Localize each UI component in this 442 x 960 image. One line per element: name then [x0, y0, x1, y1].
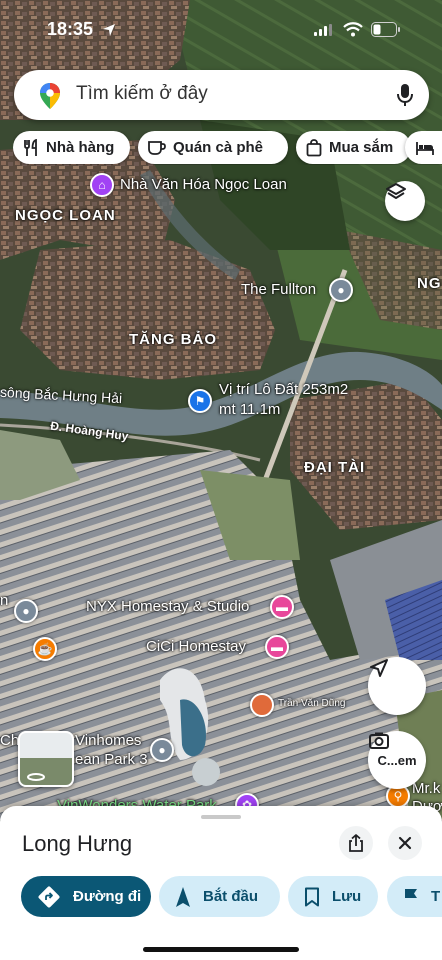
search-input[interactable]: Tìm kiếm ở đây: [76, 83, 208, 105]
label-vinhomes-line1[interactable]: Vinhomes: [75, 732, 141, 749]
navigation-start-icon: [176, 886, 190, 907]
user-avatar-pin[interactable]: [250, 693, 274, 717]
shopping-bag-icon: [306, 138, 322, 156]
close-icon: [398, 836, 412, 850]
flag-icon: [405, 888, 417, 906]
hotel-pin-icon[interactable]: ▬: [270, 595, 294, 619]
share-button[interactable]: [339, 826, 373, 860]
search-bar[interactable]: Tìm kiếm ở đây: [14, 70, 429, 120]
chip-shopping[interactable]: Mua sắm: [296, 131, 411, 164]
place-pin-vinhomes[interactable]: ●: [150, 738, 174, 762]
label-vinhomes-line2[interactable]: ean Park 3: [75, 751, 148, 768]
label-cici-homestay[interactable]: CiCi Homestay: [146, 638, 246, 655]
chip-label: Mua sắm: [329, 139, 394, 156]
camera-search-icon: [369, 732, 389, 749]
label-lot-line1[interactable]: Vị trí Lô Đất 253m2: [219, 381, 348, 398]
status-bar: 18:35: [0, 0, 442, 58]
coffee-cup-icon: [148, 140, 166, 155]
share-icon: [349, 834, 363, 852]
place-bottom-sheet[interactable]: Long Hưng Đường đi Bắt đầu Lưu T: [0, 806, 442, 960]
cafe-pin-icon[interactable]: ☕: [33, 637, 57, 661]
area-label-tang-bao: TĂNG BẢO: [129, 331, 217, 348]
start-label: Bắt đầu: [203, 888, 259, 905]
google-maps-logo-icon: [40, 83, 60, 109]
fork-knife-icon: [24, 138, 37, 156]
label-nyx-homestay[interactable]: NYX Homestay & Studio: [86, 598, 249, 615]
label-the-fullton[interactable]: The Fullton: [241, 281, 316, 298]
rotate-360-icon: [27, 773, 45, 781]
culture-place-pin[interactable]: ⌂: [90, 173, 114, 197]
chip-restaurants[interactable]: Nhà hàng: [13, 131, 130, 164]
layers-button[interactable]: [385, 181, 425, 221]
layers-icon: [386, 183, 406, 199]
battery-icon: [371, 22, 400, 37]
chip-hotels[interactable]: [405, 131, 442, 164]
directions-icon: [38, 886, 60, 907]
flag-pin-icon[interactable]: ⚑: [188, 389, 212, 413]
wifi-icon: [343, 22, 363, 37]
home-indicator[interactable]: [143, 947, 299, 952]
street-view-thumbnail[interactable]: [18, 731, 74, 787]
chip-cafes[interactable]: Quán cà phê: [138, 131, 288, 164]
area-label-ng: NG: [417, 275, 442, 292]
bed-icon: [416, 141, 434, 155]
label-button[interactable]: T: [387, 876, 442, 917]
area-label-ngoc-loan: NGỌC LOAN: [15, 207, 116, 224]
chip-label: Quán cà phê: [173, 139, 264, 156]
label-chu-left: n: [0, 592, 9, 609]
bookmark-icon: [305, 887, 319, 906]
save-label: Lưu: [332, 888, 362, 905]
label-mrk-line1[interactable]: Mr.k: [412, 780, 440, 797]
start-button[interactable]: Bắt đầu: [159, 876, 280, 917]
label-user-name[interactable]: Trần Văn Dũng: [278, 698, 345, 709]
image-search-label: C...em: [377, 752, 417, 768]
place-pin-fullton[interactable]: ●: [329, 278, 353, 302]
cellular-signal-icon: [314, 24, 332, 36]
hotel-pin-icon-2[interactable]: ▬: [265, 635, 289, 659]
save-button[interactable]: Lưu: [288, 876, 378, 917]
place-pin-left[interactable]: ●: [14, 599, 38, 623]
location-arrow-icon: [103, 24, 115, 36]
label-label: T: [431, 888, 441, 905]
microphone-icon[interactable]: [397, 83, 413, 107]
map-view[interactable]: ⌂ Nhà Văn Hóa Ngọc Loan NGỌC LOAN NG The…: [0, 0, 442, 820]
navigation-arrow-icon: [370, 659, 388, 677]
close-button[interactable]: [388, 826, 422, 860]
directions-button[interactable]: Đường đi: [21, 876, 151, 917]
label-cultural-house[interactable]: Nhà Văn Hóa Ngọc Loan: [120, 176, 287, 193]
sheet-drag-handle[interactable]: [201, 815, 241, 819]
image-search-button[interactable]: C...em: [368, 731, 426, 789]
status-time: 18:35: [47, 19, 94, 39]
chip-label: Nhà hàng: [46, 139, 115, 156]
place-title: Long Hưng: [22, 831, 133, 856]
label-lot-line2[interactable]: mt 11.1m: [219, 401, 280, 418]
directions-label: Đường đi: [73, 888, 142, 905]
area-label-dai-tai: ĐẠI TÀI: [304, 459, 366, 476]
category-chips: Nhà hàng Quán cà phê Mua sắm: [13, 131, 442, 165]
my-location-button[interactable]: [368, 657, 426, 715]
